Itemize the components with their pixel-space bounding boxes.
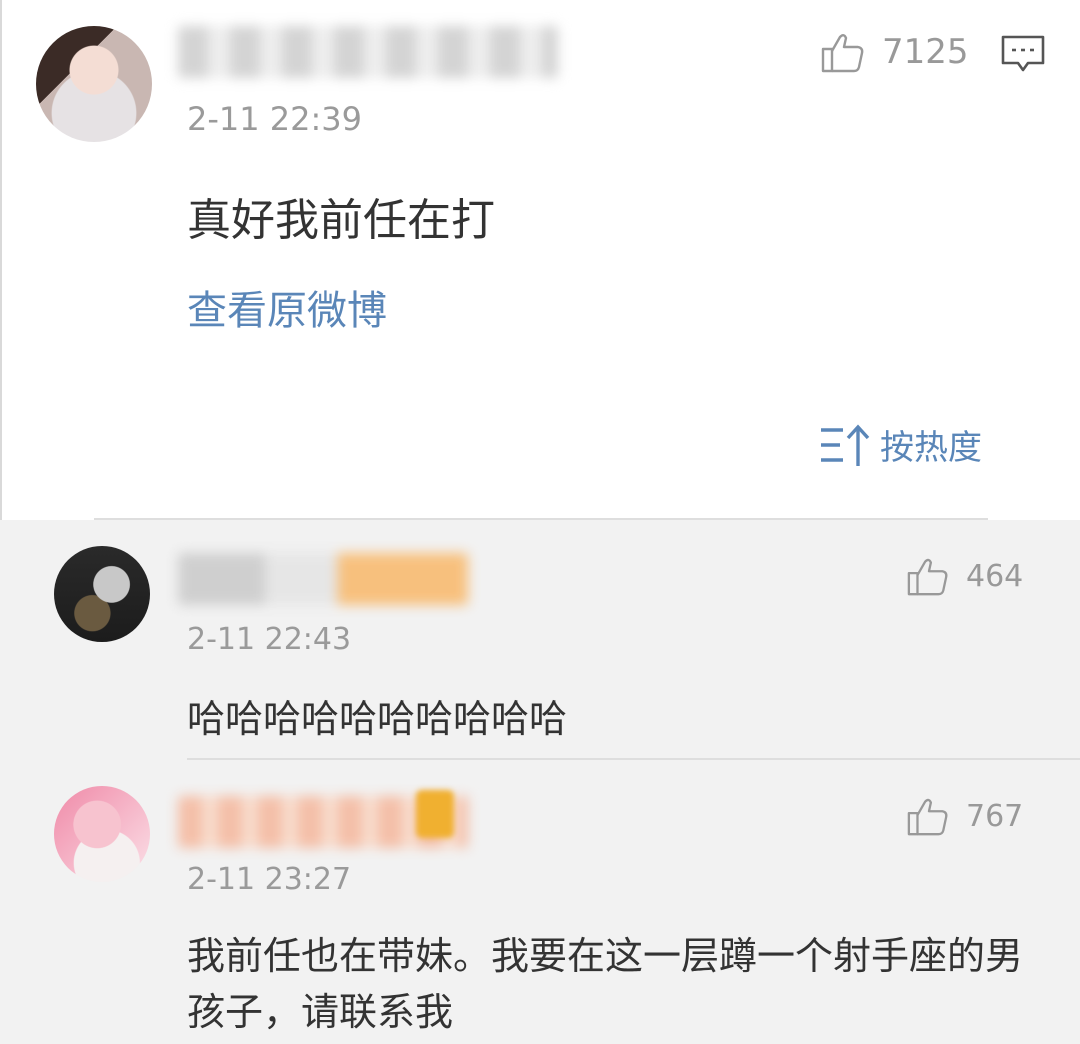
reply-time: 2-11 22:43: [187, 622, 352, 657]
divider: [187, 758, 1080, 760]
comment-text: 真好我前任在打: [187, 195, 495, 246]
like-count: 7125: [882, 32, 969, 72]
thumbs-up-icon: [907, 558, 948, 596]
like-count: 767: [966, 798, 1024, 834]
vip-badge-icon: [416, 790, 454, 838]
sort-by-heat-button[interactable]: 按热度: [818, 420, 982, 469]
username-blurred[interactable]: [178, 26, 558, 78]
like-button[interactable]: 767: [906, 792, 1023, 840]
avatar[interactable]: [54, 546, 150, 642]
reply-time: 2-11 23:27: [187, 862, 352, 897]
sort-icon: [821, 423, 870, 466]
thumbs-up-icon: [821, 34, 864, 73]
avatar[interactable]: [36, 26, 152, 142]
sort-label: 按热度: [880, 428, 982, 468]
comment-time: 2-11 22:39: [187, 100, 363, 138]
avatar[interactable]: [54, 786, 150, 882]
comment-icon[interactable]: [1000, 34, 1046, 74]
like-button[interactable]: 7125: [820, 26, 969, 78]
view-original-link[interactable]: 查看原微博: [187, 278, 387, 336]
like-button[interactable]: 464: [906, 552, 1023, 600]
like-count: 464: [966, 558, 1024, 594]
reply-text: 我前任也在带妹。我要在这一层蹲一个射手座的男孩子，请联系我: [187, 934, 1024, 1034]
thumbs-up-icon: [907, 798, 948, 836]
username-blurred[interactable]: [178, 553, 468, 605]
reply-text: 哈哈哈哈哈哈哈哈哈哈: [187, 697, 568, 741]
